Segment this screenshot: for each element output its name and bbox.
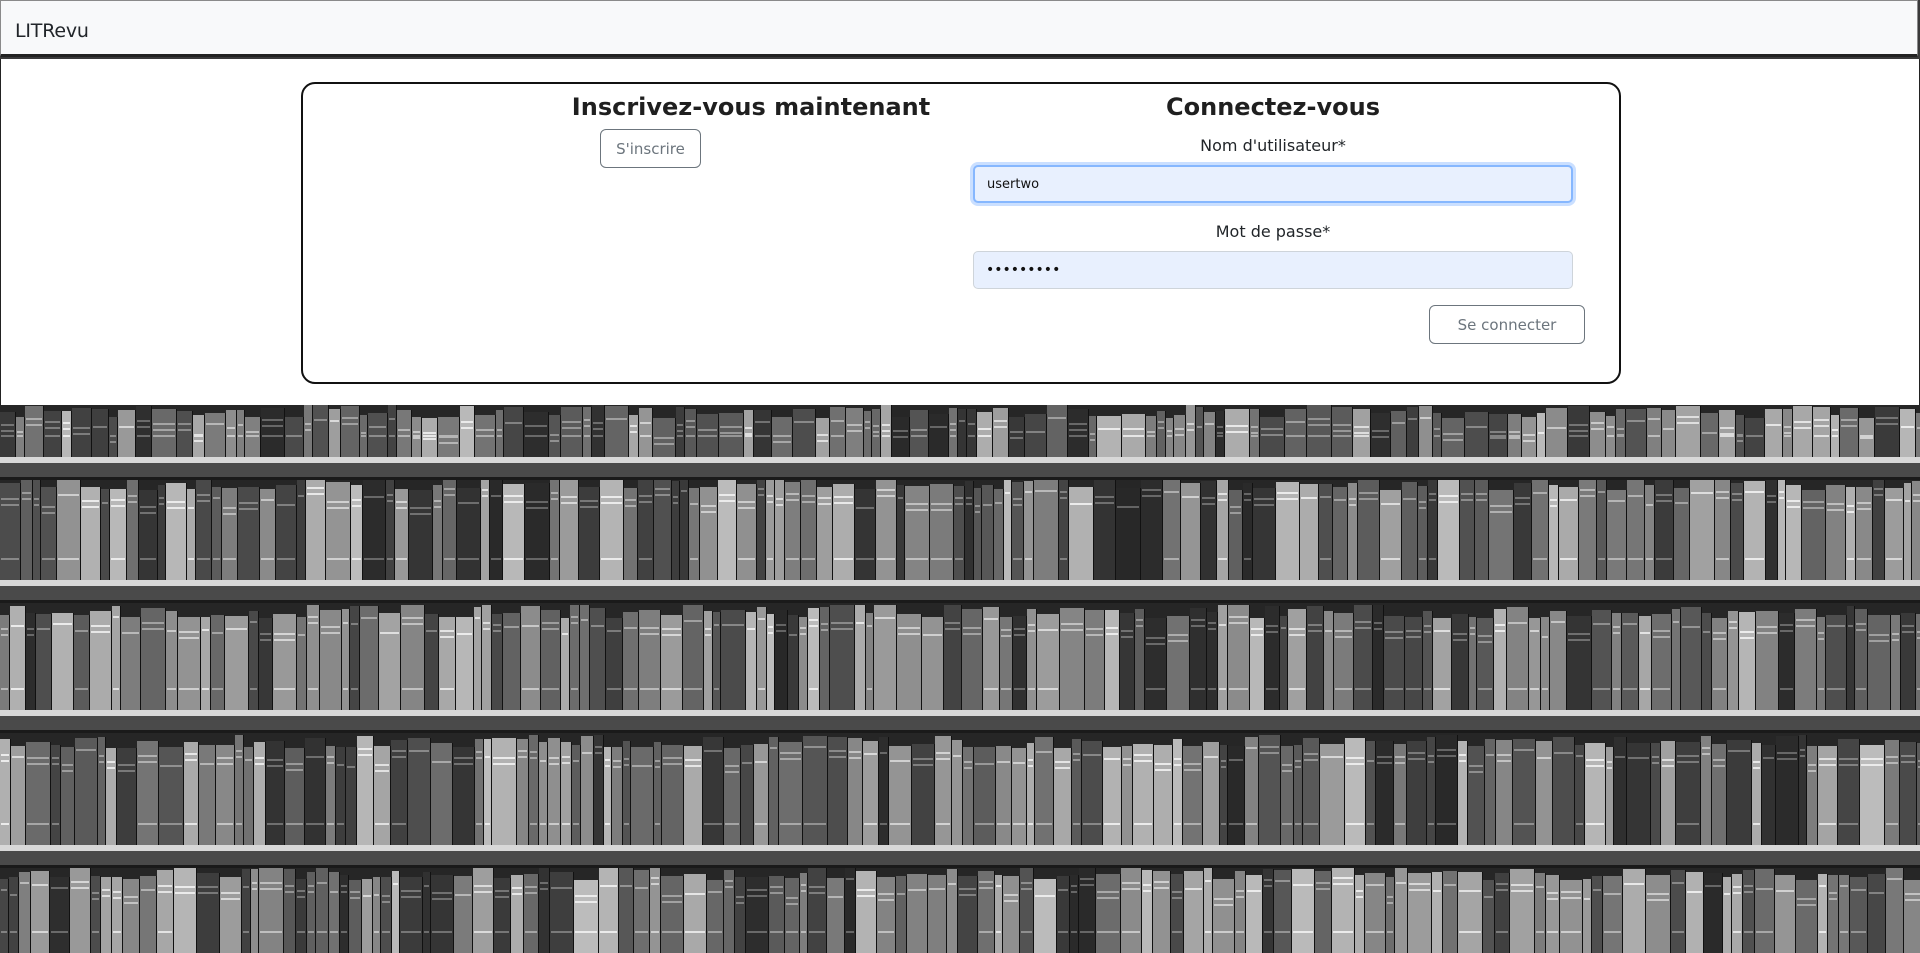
password-label: Mot de passe* <box>1215 222 1331 241</box>
signup-title: Inscrivez-vous maintenant <box>571 93 931 121</box>
signup-button[interactable]: S'inscrire <box>600 129 701 168</box>
login-button[interactable]: Se connecter <box>1429 305 1585 344</box>
brand-logo[interactable]: LITRevu <box>15 20 89 42</box>
bookshelf-background <box>0 405 1920 953</box>
main-panel: Inscrivez-vous maintenant S'inscrire Con… <box>0 59 1920 405</box>
username-input[interactable] <box>973 165 1573 203</box>
auth-card: Inscrivez-vous maintenant S'inscrire Con… <box>301 82 1621 384</box>
bookshelf-image <box>0 405 1920 953</box>
top-navbar: LITRevu <box>0 0 1918 57</box>
login-title: Connectez-vous <box>1166 93 1380 121</box>
username-label: Nom d'utilisateur* <box>1200 136 1346 155</box>
password-input[interactable] <box>973 251 1573 289</box>
